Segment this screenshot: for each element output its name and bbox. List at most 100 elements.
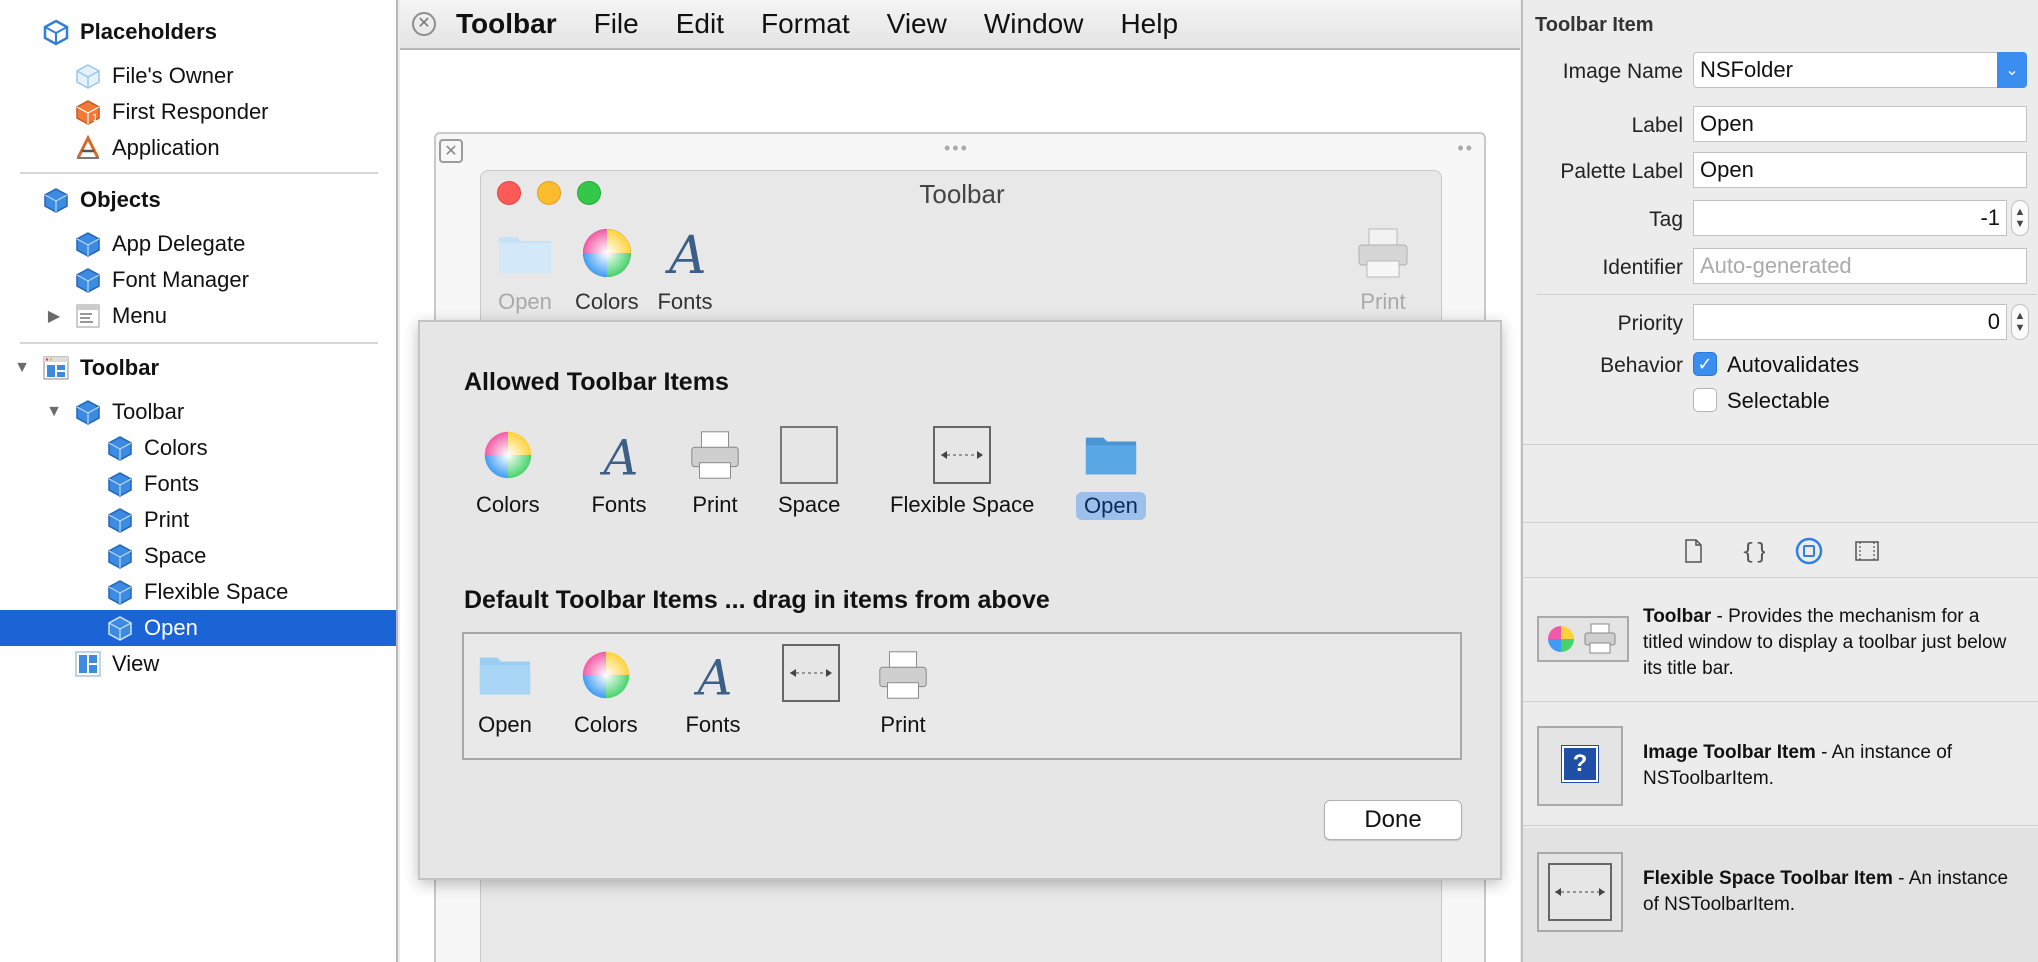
priority-label: Priority [1617, 312, 1683, 335]
menu-app-name[interactable]: Toolbar [456, 8, 557, 40]
done-button[interactable]: Done [1324, 800, 1462, 840]
selectable-checkbox[interactable] [1693, 388, 1717, 412]
identifier-input[interactable]: Auto-generated [1693, 248, 2027, 284]
allowed-item-print[interactable]: Print [686, 426, 744, 518]
priority-stepper[interactable]: ▲ ▼ [2011, 304, 2029, 340]
menu-help[interactable]: Help [1120, 8, 1178, 40]
library-tabs: {} [1523, 522, 2038, 578]
menu-edit[interactable]: Edit [676, 8, 724, 40]
font-a-icon: A [600, 430, 639, 484]
label-field-label: Label [1631, 114, 1683, 137]
inspector-separator [1537, 294, 2037, 295]
resize-handle-icon[interactable]: •• [1457, 138, 1474, 159]
outline-separator [20, 342, 378, 344]
outline-item-open[interactable]: Open [0, 610, 396, 646]
menu-format[interactable]: Format [761, 8, 850, 40]
object-cube-icon [108, 580, 132, 605]
frame-close-icon[interactable]: ✕ [439, 139, 463, 163]
file-template-icon[interactable] [1679, 537, 1707, 565]
tag-stepper[interactable]: ▲ ▼ [2011, 200, 2029, 236]
outline-item-application[interactable]: Application [0, 130, 396, 166]
outline-item-colors[interactable]: Colors [0, 430, 396, 466]
menu-file[interactable]: File [594, 8, 639, 40]
outline-label: Fonts [144, 471, 200, 496]
outline-item-view[interactable]: View [0, 646, 396, 682]
outline-item-menu[interactable]: ▶ Menu [0, 298, 396, 334]
outline-label: First Responder [112, 99, 269, 124]
allowed-item-open[interactable]: Open [1076, 426, 1146, 520]
tag-input[interactable]: -1 [1693, 200, 2007, 236]
library-item-toolbar[interactable]: Toolbar - Provides the mechanism for a t… [1523, 584, 2038, 702]
object-cube-icon [76, 232, 100, 257]
object-cube-icon [108, 472, 132, 497]
close-icon[interactable]: ✕ [412, 12, 436, 36]
allowed-item-fonts[interactable]: A Fonts [590, 426, 648, 518]
svg-text:A: A [600, 430, 639, 484]
allowed-item-flexible-space[interactable]: Flexible Space [890, 426, 1034, 518]
outline-item-files-owner[interactable]: File's Owner [0, 58, 396, 94]
folder-icon [479, 657, 531, 695]
palette-label-input[interactable]: Open [1693, 152, 2027, 188]
outline-label: Open [144, 615, 198, 640]
outline-separator [20, 172, 378, 174]
document-outline: Placeholders File's Owner 1 First Respon… [0, 0, 398, 962]
window-tool-open[interactable]: Open [495, 223, 555, 315]
first-responder-cube-icon: 1 [76, 100, 100, 125]
library-item-image-toolbar-item[interactable]: ? Image Toolbar Item - An instance of NS… [1523, 714, 2038, 826]
window-tool-print[interactable]: Print [1353, 223, 1413, 315]
identifier-label: Identifier [1602, 256, 1683, 279]
selectable-label: Selectable [1727, 388, 1830, 413]
window-tool-colors[interactable]: Colors [575, 223, 639, 315]
outline-label: Space [144, 543, 207, 568]
disclosure-triangle-down-icon[interactable]: ▼ [44, 403, 64, 421]
outline-item-space[interactable]: Space [0, 538, 396, 574]
outline-label: Font Manager [112, 267, 249, 292]
color-wheel-icon [484, 431, 531, 479]
tool-label: Colors [575, 289, 639, 314]
outline-item-fonts[interactable]: Fonts [0, 466, 396, 502]
allowed-item-space[interactable]: Space [778, 426, 840, 518]
disclosure-triangle-down-icon[interactable]: ▼ [12, 359, 32, 377]
outline-item-first-responder[interactable]: 1 First Responder [0, 94, 396, 130]
menu-window[interactable]: Window [984, 8, 1084, 40]
autovalidates-checkbox[interactable]: ✓ [1693, 352, 1717, 376]
outline-placeholders-header[interactable]: Placeholders [0, 14, 396, 50]
resize-handle-icon[interactable]: ••• [944, 138, 969, 159]
default-item-print[interactable]: Print [874, 646, 932, 738]
outline-item-flexible-space[interactable]: Flexible Space [0, 574, 396, 610]
media-library-icon[interactable] [1853, 537, 1881, 565]
outline-label: Colors [144, 435, 208, 460]
autovalidates-label: Autovalidates [1727, 352, 1860, 377]
outline-item-app-delegate[interactable]: App Delegate [0, 226, 396, 262]
menu-bar-preview: ✕ Toolbar File Edit Format View Window H… [400, 0, 1520, 50]
allowed-item-colors[interactable]: Colors [476, 426, 540, 518]
chevron-down-icon[interactable]: ⌄ [1997, 52, 2027, 88]
outline-item-font-manager[interactable]: Font Manager [0, 262, 396, 298]
outline-objects-header[interactable]: Objects [0, 182, 396, 218]
library-item-flexible-space-toolbar-item[interactable]: Flexible Space Toolbar Item - An instanc… [1523, 828, 2038, 962]
label-input[interactable]: Open [1693, 106, 2027, 142]
default-item-open[interactable]: Open [476, 646, 534, 738]
priority-input[interactable]: 0 [1693, 304, 2007, 340]
default-item-fonts[interactable]: A Fonts [684, 646, 742, 738]
code-snippet-icon[interactable]: {} [1737, 537, 1765, 565]
color-wheel-icon [582, 651, 629, 699]
outline-label: Menu [112, 303, 168, 328]
printer-icon [1358, 228, 1408, 278]
object-library-icon[interactable] [1795, 537, 1823, 565]
flexible-space-icon [933, 426, 992, 484]
menu-view[interactable]: View [887, 8, 947, 40]
window-tool-fonts[interactable]: A Fonts [655, 223, 715, 315]
tool-label: Fonts [657, 289, 713, 314]
allowed-item-label: Open [1076, 492, 1146, 520]
outline-toolbar-window-header[interactable]: ▼ Toolbar [0, 350, 396, 386]
attributes-inspector: Toolbar Item Image Name NSFolder ⌄ Label… [1521, 0, 2038, 962]
outline-label: Flexible Space [144, 579, 289, 604]
image-name-combobox[interactable]: NSFolder ⌄ [1693, 52, 2027, 88]
outline-item-print[interactable]: Print [0, 502, 396, 538]
outline-item-toolbar[interactable]: ▼ Toolbar [0, 394, 396, 430]
default-item-flexible-space[interactable] [782, 644, 840, 710]
disclosure-triangle-right-icon[interactable]: ▶ [44, 306, 64, 326]
default-item-colors[interactable]: Colors [574, 646, 638, 738]
default-toolbar-well[interactable]: Open Colors A Fonts Print [462, 632, 1462, 760]
